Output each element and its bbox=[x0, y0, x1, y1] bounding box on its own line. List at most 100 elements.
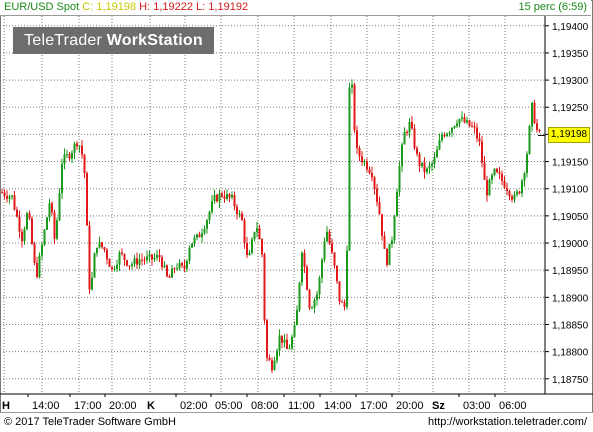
candle-body bbox=[31, 218, 33, 244]
candle-body bbox=[431, 163, 433, 166]
candle-body bbox=[476, 127, 478, 139]
candle-body bbox=[216, 194, 218, 202]
candle-body bbox=[136, 258, 138, 265]
candle-body bbox=[126, 260, 128, 266]
price-tick-label: 1,19400 bbox=[552, 22, 589, 33]
candle-body bbox=[146, 256, 148, 261]
candle-body bbox=[348, 87, 351, 251]
candle-body bbox=[236, 206, 238, 215]
candle-body bbox=[308, 289, 311, 308]
candle-body bbox=[263, 254, 266, 321]
candle-body bbox=[83, 154, 86, 174]
candle-body bbox=[158, 254, 161, 258]
candle-body bbox=[56, 220, 58, 239]
candle-body bbox=[428, 165, 431, 169]
candle-body bbox=[161, 257, 163, 268]
candle-body bbox=[356, 130, 358, 149]
symbol-label[interactable]: EUR/USD Spot bbox=[4, 1, 79, 13]
candle-body bbox=[303, 252, 306, 267]
candle-body bbox=[326, 231, 328, 242]
candle-body bbox=[321, 259, 323, 278]
candle-body bbox=[413, 128, 416, 149]
price-tick-label: 1,19250 bbox=[552, 103, 589, 114]
price-tick-label: 1,18900 bbox=[552, 293, 589, 304]
candle-body bbox=[416, 148, 418, 154]
candle-body bbox=[366, 161, 368, 170]
candle-body bbox=[433, 157, 436, 164]
candle-body bbox=[473, 126, 476, 128]
candle-body bbox=[21, 231, 23, 242]
candle-body bbox=[293, 325, 296, 337]
candle-body bbox=[456, 123, 458, 127]
candle-body bbox=[266, 320, 268, 358]
candle-body bbox=[38, 255, 41, 277]
candle-body bbox=[191, 243, 193, 248]
candle-body bbox=[16, 209, 18, 217]
candle-body bbox=[281, 335, 283, 343]
candle-body bbox=[241, 213, 243, 221]
candle-body bbox=[193, 237, 196, 244]
candle-body bbox=[88, 225, 91, 290]
candle-body bbox=[121, 252, 123, 254]
candle-body bbox=[283, 339, 286, 343]
candle-body bbox=[103, 247, 106, 250]
candle-body bbox=[313, 299, 316, 308]
candle-body bbox=[341, 301, 343, 303]
candle-body bbox=[298, 282, 301, 311]
candle-body bbox=[218, 193, 221, 202]
candle-body bbox=[391, 240, 393, 245]
candle-body bbox=[203, 228, 206, 234]
candle-body bbox=[91, 277, 93, 290]
candle-body bbox=[483, 162, 486, 180]
day-marker-label: K bbox=[147, 400, 155, 412]
candle-body bbox=[98, 242, 101, 248]
price-tick-label: 1,18950 bbox=[552, 266, 589, 277]
candle-body bbox=[466, 120, 468, 123]
candle-body bbox=[46, 217, 48, 230]
time-tick-label: 20:00 bbox=[396, 400, 424, 412]
chart-footer: © 2017 TeleTrader Software GmbH http://w… bbox=[0, 412, 593, 432]
candle-body bbox=[58, 193, 61, 221]
candle-body bbox=[81, 145, 83, 155]
candle-body bbox=[358, 148, 361, 157]
interval-label[interactable]: 15 perc (6:59) bbox=[519, 1, 587, 13]
candle-body bbox=[288, 348, 291, 350]
time-tick-label: 17:00 bbox=[360, 400, 388, 412]
candle-body bbox=[373, 177, 376, 189]
candle-body bbox=[498, 172, 501, 175]
candle-body bbox=[371, 173, 373, 178]
high-value: 1,19222 bbox=[153, 1, 193, 13]
candle-body bbox=[63, 154, 66, 164]
candle-body bbox=[526, 153, 528, 174]
candle-body bbox=[286, 339, 288, 349]
low-value: 1,19192 bbox=[208, 1, 249, 13]
price-tick-label: 1,18800 bbox=[552, 348, 589, 359]
candle-body bbox=[171, 268, 173, 278]
candle-body bbox=[278, 335, 281, 351]
candle-body bbox=[111, 266, 113, 269]
candle-body bbox=[411, 121, 413, 129]
candle-body bbox=[141, 259, 143, 261]
candle-body bbox=[181, 263, 183, 266]
candle-body bbox=[18, 216, 21, 232]
candle-body bbox=[96, 247, 98, 254]
candle-body bbox=[213, 194, 216, 202]
candle-body bbox=[243, 220, 246, 243]
candle-body bbox=[43, 229, 46, 245]
candle-body bbox=[501, 174, 503, 181]
candle-body bbox=[153, 257, 156, 260]
candle-body bbox=[251, 239, 253, 254]
price-chart[interactable]: 1,194001,193501,193001,192501,192001,191… bbox=[0, 0, 593, 431]
time-tick-label: 06:00 bbox=[499, 400, 527, 412]
candle-body bbox=[481, 141, 483, 163]
candle-body bbox=[523, 173, 526, 181]
website-link[interactable]: http://workstation.teletrader.com/ bbox=[428, 416, 587, 428]
candle-body bbox=[536, 123, 538, 131]
candle-body bbox=[471, 126, 473, 128]
chart-grid bbox=[0, 16, 545, 394]
candle-body bbox=[331, 243, 333, 253]
candle-body bbox=[118, 252, 121, 265]
time-tick-label: 17:00 bbox=[74, 400, 102, 412]
candle-body bbox=[516, 191, 518, 195]
candle-body bbox=[196, 234, 198, 238]
